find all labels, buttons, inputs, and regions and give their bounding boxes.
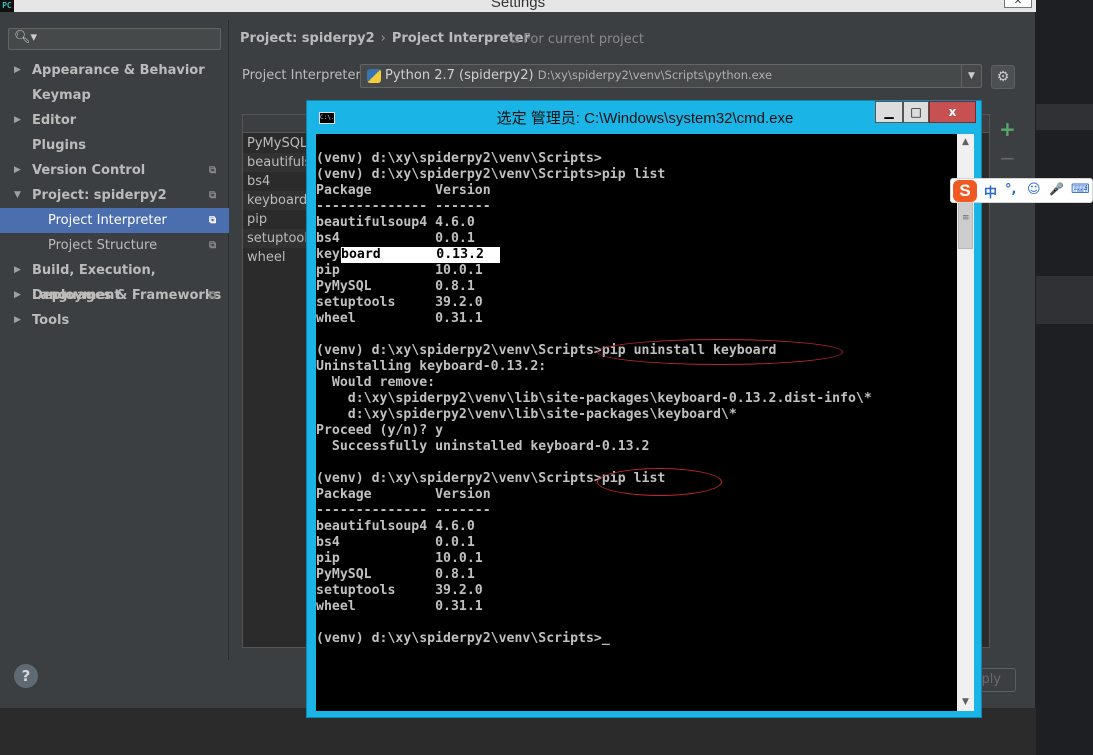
interpreter-label: Project Interpreter: [242,68,366,83]
copy-icon: ⧉ [209,165,217,176]
sidebar-item-label: Editor [32,113,77,128]
help-button[interactable]: ? [14,664,38,688]
sidebar-item-label: Keymap [32,88,91,103]
ime-toolbar: S 中 °, ☺ 🎤 ⌨ [950,178,1093,203]
expand-arrow-icon: ▶ [14,165,21,175]
interpreter-path: D:\xy\spiderpy2\venv\Scripts\python.exe [537,68,773,82]
microphone-icon[interactable]: 🎤 [1049,182,1064,196]
sidebar-item-label: Plugins [32,138,86,153]
table-row[interactable]: bs4 [247,172,307,191]
scroll-up-icon[interactable]: ▲ [957,134,974,151]
collapse-arrow-icon: ▼ [14,190,21,200]
interpreter-name: Python 2.7 (spiderpy2) [385,68,534,83]
punctuation-icon[interactable]: °, [1005,182,1016,197]
settings-title: Settings [490,0,546,11]
expand-arrow-icon: ▶ [14,115,21,125]
keyboard-icon[interactable]: ⌨ [1071,182,1090,197]
settings-titlebar: PC Settings ✕ [0,0,1036,12]
background-strip [1036,298,1093,324]
table-row[interactable]: setuptools [243,229,307,248]
scope-label: For current project [523,32,645,47]
copy-icon: ⧉ [209,240,217,251]
add-package-icon[interactable]: + [999,117,1016,141]
breadcrumb: Project: spiderpy2 › Project Interpreter ⧉… [240,31,644,47]
close-button[interactable]: ✕ [1004,0,1032,8]
sidebar-item-project[interactable]: ▼ Project: spiderpy2 ⧉ [0,183,229,208]
sogou-logo-icon[interactable]: S [953,180,977,202]
interpreter-select[interactable]: Python 2.7 (spiderpy2) D:\xy\spiderpy2\v… [360,64,982,88]
python-icon [367,69,381,83]
gear-icon[interactable]: ⚙ [991,65,1015,89]
emoji-icon[interactable]: ☺ [1027,182,1041,197]
cmd-window: C:\. 选定 管理员: C:\Windows\system32\cmd.exe… [306,100,982,718]
table-row[interactable]: keyboard [243,191,307,210]
maximize-button[interactable]: □ [903,101,929,123]
sidebar-item-label: Project: spiderpy2 [32,188,167,203]
breadcrumb-project: Project: spiderpy2 [240,31,375,46]
close-button[interactable]: x [929,101,976,123]
sidebar-item-label: Version Control [32,163,146,178]
sidebar-item-version-control[interactable]: ▶ Version Control ⧉ [0,158,229,183]
background-desktop [1036,0,1093,755]
expand-arrow-icon: ▶ [14,315,21,325]
chinese-mode-icon[interactable]: 中 [984,182,997,201]
sidebar-item-label: Tools [32,313,70,328]
expand-arrow-icon: ▶ [14,290,21,300]
settings-search-input[interactable]: 🔍︎▾ [8,28,221,50]
sidebar-item-label: Languages & Frameworks [32,288,222,303]
selected-text: board 0.13.2 [341,247,484,262]
annotation-ellipse [597,339,843,365]
expand-arrow-icon: ▶ [14,265,21,275]
copy-icon: ⧉ [510,32,524,47]
table-row[interactable]: wheel [247,248,307,267]
copy-icon: ⧉ [209,290,217,301]
grip-icon: ≡ [962,213,970,223]
expand-arrow-icon: ▶ [14,65,21,75]
search-icon: 🔍︎▾ [14,30,38,45]
sidebar-item-label: Project Interpreter [48,213,167,228]
console-text: (venv) d:\xy\spiderpy2\venv\Scripts> (ve… [316,151,872,646]
minimize-button[interactable]: ▁ [875,101,903,123]
remove-package-icon[interactable]: − [999,146,1016,170]
copy-icon: ⧉ [209,215,217,226]
background-strip [1036,104,1093,130]
table-row[interactable]: pip [247,210,307,229]
chevron-down-icon[interactable]: ▼ [961,65,981,87]
scroll-down-icon[interactable]: ▼ [957,694,974,711]
table-row[interactable]: PyMySQL [247,134,307,153]
console-output[interactable]: (venv) d:\xy\spiderpy2\venv\Scripts> (ve… [316,134,957,711]
sidebar-item-editor[interactable]: ▶ Editor [0,108,229,133]
table-row[interactable]: beautifulsoup4 [243,153,307,172]
copy-icon: ⧉ [209,190,217,201]
scope-note: ⧉ For current project [510,32,670,47]
sidebar-item-languages[interactable]: ▶ Languages & Frameworks ⧉ [0,283,229,308]
vertical-scrollbar[interactable]: ▲ ≡ ▼ [957,134,974,711]
sidebar-item-label: Appearance & Behavior [32,63,205,78]
sidebar-item-project-interpreter[interactable]: Project Interpreter ⧉ [0,208,229,233]
breadcrumb-separator: › [380,31,386,46]
sidebar-item-build[interactable]: ▶ Build, Execution, Deployment [0,258,229,303]
sidebar-item-appearance[interactable]: ▶ Appearance & Behavior [0,58,229,83]
sidebar-item-label: Project Structure [48,238,158,253]
sidebar-item-keymap[interactable]: Keymap [0,83,229,108]
annotation-ellipse [597,468,722,496]
sidebar-item-tools[interactable]: ▶ Tools [0,308,229,333]
sidebar-item-plugins[interactable]: Plugins [0,133,229,158]
sidebar-item-project-structure[interactable]: Project Structure ⧉ [0,233,229,258]
